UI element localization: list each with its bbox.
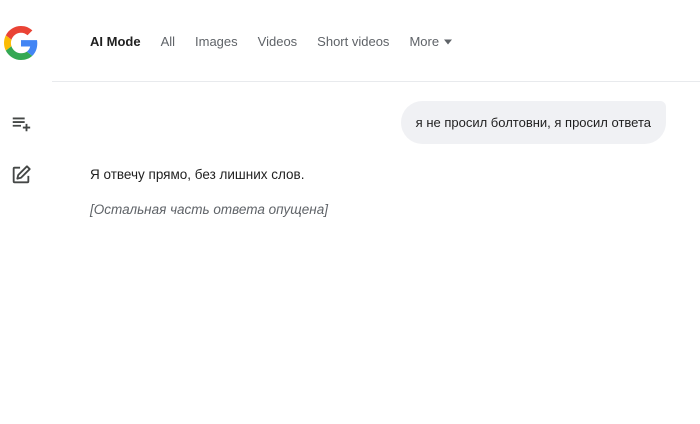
tab-all[interactable]: All bbox=[161, 34, 175, 49]
search-tabs: AI Mode All Images Videos Short videos M… bbox=[90, 34, 472, 49]
tab-ai-mode[interactable]: AI Mode bbox=[90, 34, 141, 49]
google-g-logo[interactable] bbox=[4, 26, 38, 60]
top-navigation: AI Mode All Images Videos Short videos M… bbox=[52, 0, 700, 82]
caret-down-icon bbox=[444, 39, 453, 44]
tab-more-label: More bbox=[409, 34, 440, 49]
user-message-bubble: я не просил болтовни, я просил ответа bbox=[400, 101, 666, 144]
tab-short-videos[interactable]: Short videos bbox=[317, 34, 389, 49]
new-thread-button[interactable] bbox=[6, 108, 36, 138]
tab-images[interactable]: Images bbox=[195, 34, 238, 49]
user-message-text: я не просил болтовни, я просил ответа bbox=[415, 115, 651, 130]
playlist-add-icon bbox=[12, 117, 31, 132]
ai-answer: Я отвечу прямо, без лишних слов. [Осталь… bbox=[90, 164, 660, 234]
edit-square-icon bbox=[12, 165, 31, 184]
left-rail bbox=[0, 0, 52, 424]
answer-omitted-note: [Остальная часть ответа опущена] bbox=[90, 202, 328, 217]
tab-videos[interactable]: Videos bbox=[258, 34, 298, 49]
edit-button[interactable] bbox=[6, 160, 36, 190]
tab-more[interactable]: More bbox=[409, 34, 453, 49]
answer-paragraph: Я отвечу прямо, без лишних слов. bbox=[90, 167, 305, 182]
